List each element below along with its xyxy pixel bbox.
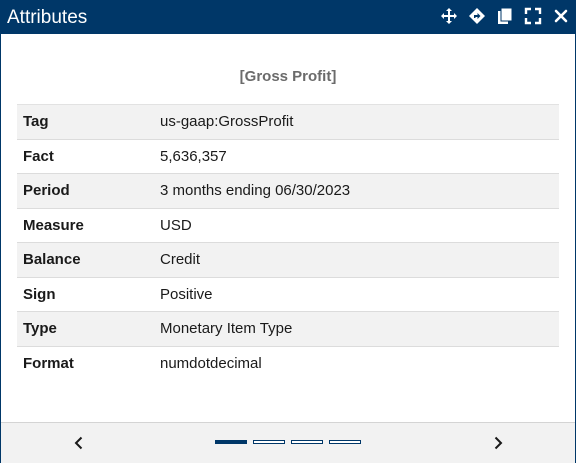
attributes-content: [Gross Profit] Tag us-gaap:GrossProfit F…	[1, 34, 575, 422]
table-row: Period 3 months ending 06/30/2023	[17, 173, 559, 208]
page-indicator	[215, 440, 367, 444]
page-dot[interactable]	[329, 440, 361, 444]
attribute-key: Tag	[17, 104, 160, 139]
attribute-value: us-gaap:GrossProfit	[160, 104, 559, 139]
attribute-value: 3 months ending 06/30/2023	[160, 173, 559, 208]
next-button[interactable]	[486, 431, 510, 455]
table-row: Measure USD	[17, 208, 559, 243]
page-dot[interactable]	[253, 440, 285, 444]
table-row: Format numdotdecimal	[17, 346, 559, 381]
attribute-value: numdotdecimal	[160, 346, 559, 381]
close-icon[interactable]	[551, 6, 571, 26]
table-row: Fact 5,636,357	[17, 139, 559, 174]
attribute-key: Type	[17, 311, 160, 346]
attribute-value: USD	[160, 208, 559, 243]
page-dot[interactable]	[291, 440, 323, 444]
attributes-table: Tag us-gaap:GrossProfit Fact 5,636,357 P…	[17, 104, 559, 381]
attribute-value: 5,636,357	[160, 139, 559, 174]
attribute-key: Period	[17, 173, 160, 208]
table-row: Balance Credit	[17, 242, 559, 277]
attribute-key: Format	[17, 346, 160, 381]
move-icon[interactable]	[439, 6, 459, 26]
title-bar[interactable]: Attributes	[1, 1, 575, 34]
attribute-key: Sign	[17, 277, 160, 312]
table-row: Tag us-gaap:GrossProfit	[17, 104, 559, 139]
concept-heading: [Gross Profit]	[239, 68, 337, 85]
previous-button[interactable]	[67, 431, 91, 455]
chevron-left-icon	[74, 436, 83, 450]
attribute-key: Balance	[17, 242, 160, 277]
attribute-key: Fact	[17, 139, 160, 174]
window-title: Attributes	[7, 7, 88, 28]
attributes-window: Attributes [Gross Profit] Tag us-gaap:Gr…	[0, 0, 576, 463]
expand-icon[interactable]	[523, 6, 543, 26]
attribute-value: Positive	[160, 277, 559, 312]
attribute-key: Measure	[17, 208, 160, 243]
page-dot[interactable]	[215, 440, 247, 444]
table-row: Sign Positive	[17, 277, 559, 312]
diamond-arrow-icon[interactable]	[467, 6, 487, 26]
table-row: Type Monetary Item Type	[17, 311, 559, 346]
copy-icon[interactable]	[495, 6, 515, 26]
chevron-right-icon	[494, 436, 503, 450]
pager-footer	[1, 422, 575, 463]
attribute-value: Credit	[160, 242, 559, 277]
attribute-value: Monetary Item Type	[160, 311, 559, 346]
title-actions	[431, 6, 571, 26]
